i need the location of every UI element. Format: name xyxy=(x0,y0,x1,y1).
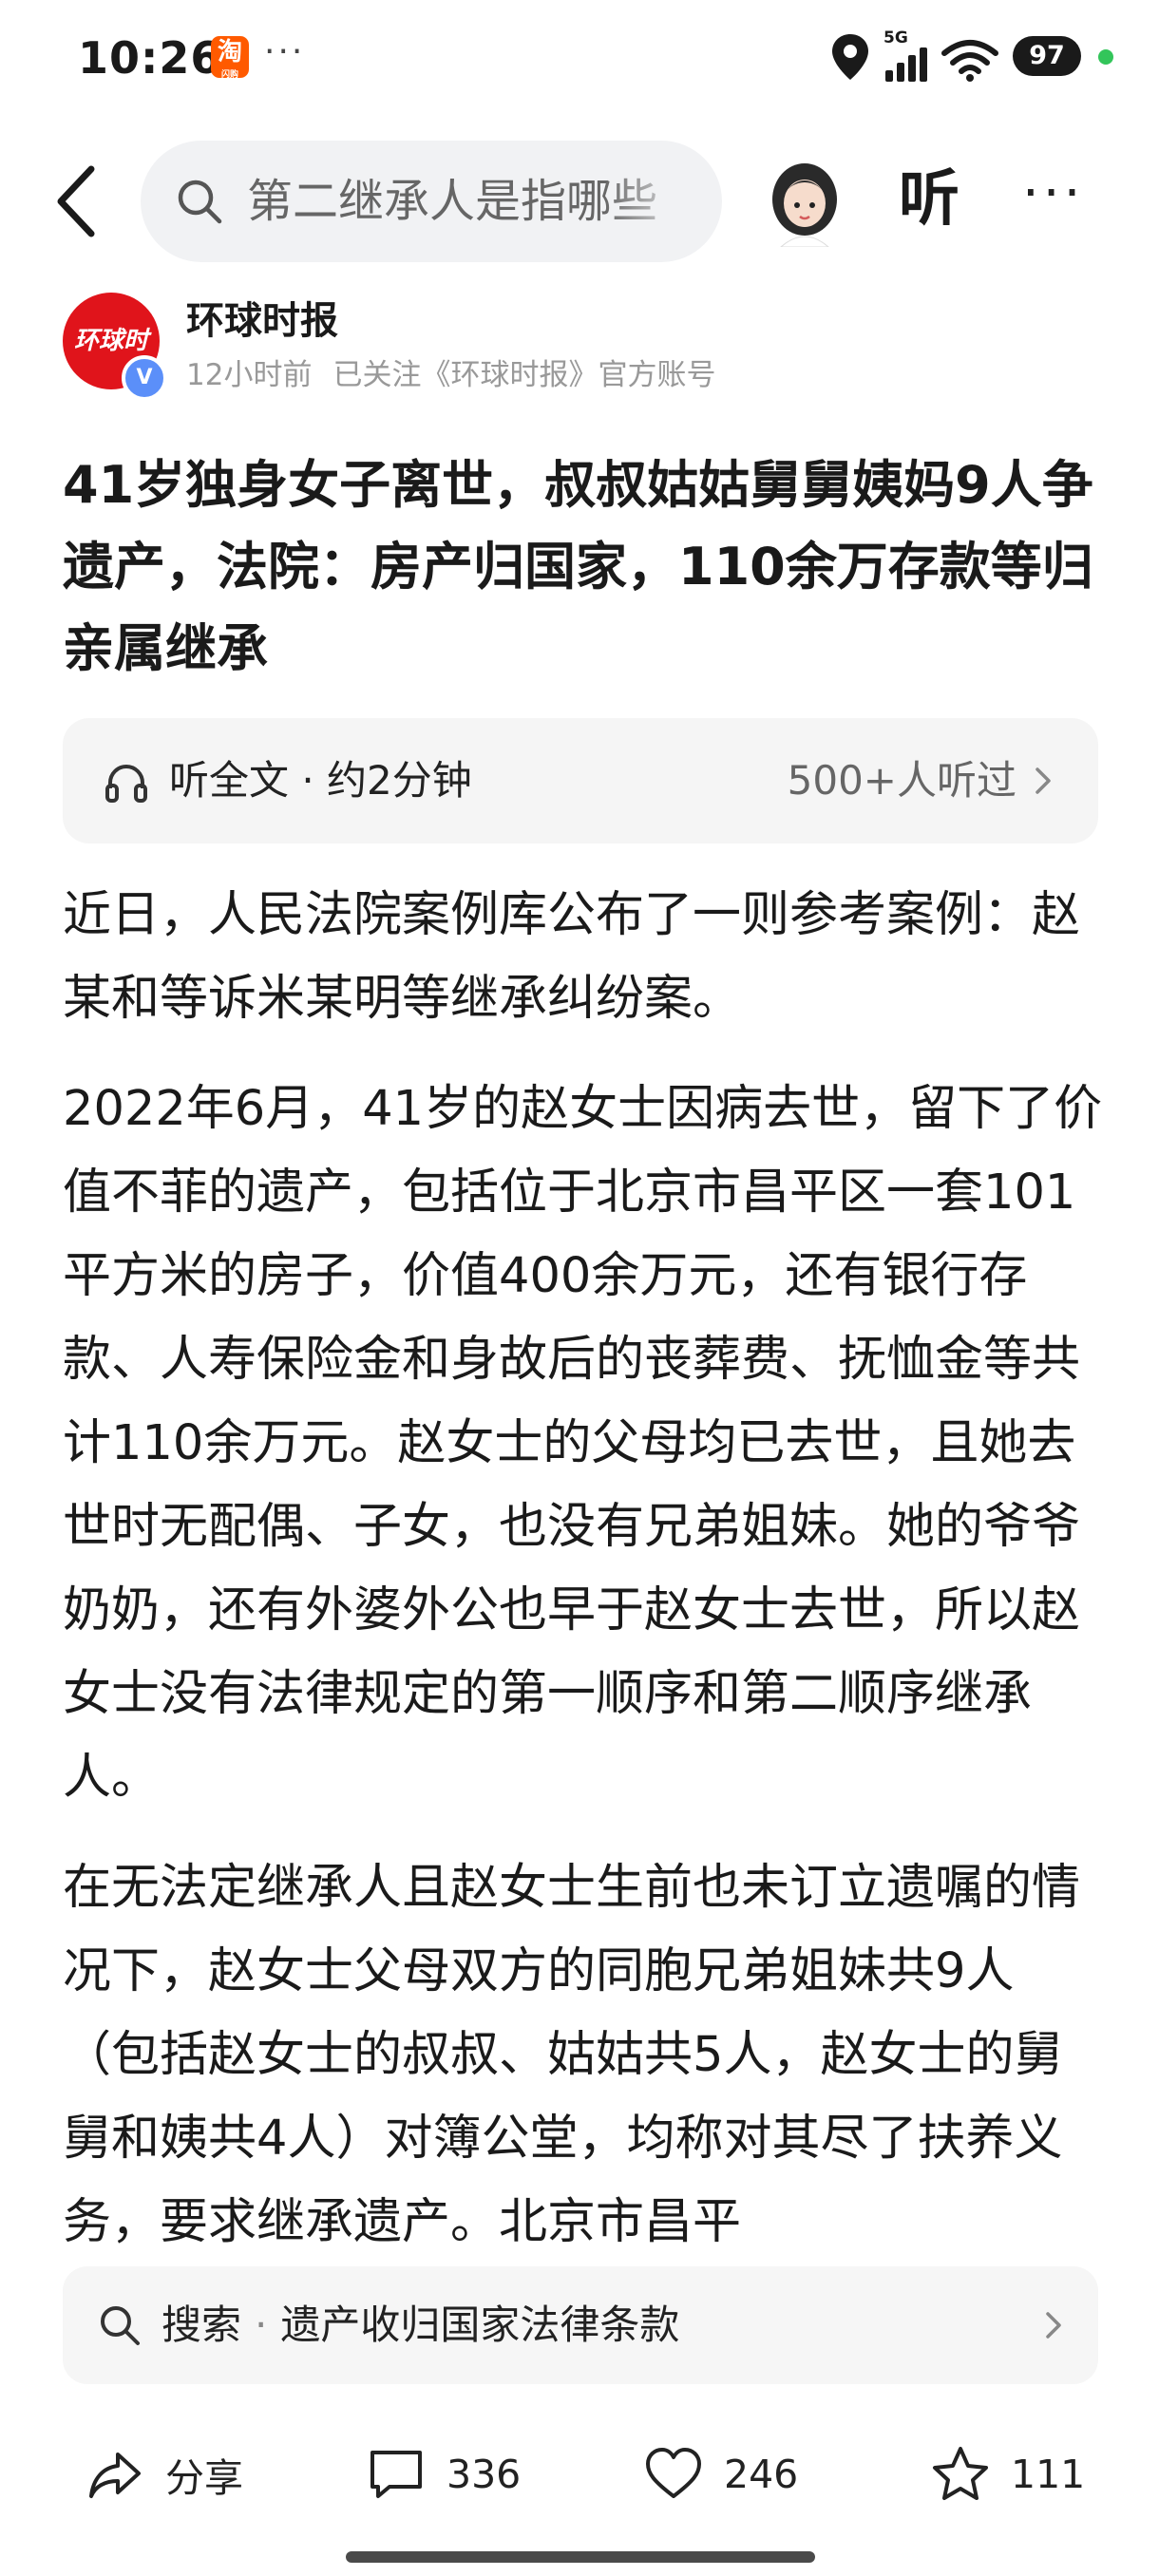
heart-icon xyxy=(646,2448,701,2498)
home-indicator[interactable] xyxy=(346,2551,815,2563)
search-query-text[interactable]: 第二继承人是指哪些 xyxy=(247,173,694,230)
article-title: 41岁独身女子离世，叔叔姑姑舅舅姨妈9人争遗产，法院：房产归国家，110余万存款… xyxy=(63,455,1093,678)
paragraph: 近日，人民法院案例库公布了一则参考案例：赵某和等诉米某明等继承纠纷案。 xyxy=(63,887,1081,1027)
star-icon xyxy=(933,2447,988,2500)
taobao-app-icon: 淘闪购 xyxy=(211,36,249,80)
comment-count: 336 xyxy=(446,2452,522,2497)
bottom-action-bar: 分享 336 246 111 xyxy=(0,2422,1159,2527)
search-icon xyxy=(101,2306,140,2345)
listener-count: 500+人听过 xyxy=(787,757,1016,804)
paragraph: 2022年6月，41岁的赵女士因病去世，留下了价值不菲的遗产，包括位于北京市昌平… xyxy=(63,1081,1103,1806)
paragraph: 在无法定继承人且赵女士生前也未订立遗嘱的情况下，赵女士父母双方的同胞兄弟姐妹共9… xyxy=(63,1860,1081,2250)
follow-note: 已关注《环球时报》官方账号 xyxy=(332,358,716,392)
network-type-label: 5G xyxy=(884,28,908,47)
listen-button[interactable]: 听 xyxy=(899,160,960,239)
listen-label: 听全文 · 约2分钟 xyxy=(169,757,472,804)
suggestion-text: 搜索 · 遗产收归国家法律条款 xyxy=(162,2301,680,2348)
share-label: 分享 xyxy=(165,2455,243,2501)
favorite-count: 111 xyxy=(1011,2452,1086,2497)
comment-button[interactable]: 336 xyxy=(367,2422,521,2527)
favorite-button[interactable]: 111 xyxy=(931,2422,1085,2527)
headphones-icon xyxy=(105,765,147,803)
avatar[interactable] xyxy=(768,158,842,247)
like-count: 246 xyxy=(724,2452,799,2497)
signal-icon xyxy=(885,47,927,82)
more-options-icon[interactable]: ··· xyxy=(1022,156,1084,232)
publish-time: 12小时前 xyxy=(186,358,313,392)
back-icon[interactable] xyxy=(49,163,103,239)
publisher-meta: 12小时前 已关注《环球时报》官方账号 xyxy=(186,355,715,395)
chevron-right-icon xyxy=(1046,2312,1061,2339)
share-icon xyxy=(89,2453,141,2498)
battery-indicator: 97 xyxy=(1013,36,1081,76)
wifi-icon xyxy=(941,40,998,82)
related-search-suggestion[interactable]: 搜索 · 遗产收归国家法律条款 xyxy=(63,2266,1098,2384)
more-notifications-icon: ··· xyxy=(264,32,306,71)
location-icon xyxy=(832,34,868,80)
listen-full-article-card[interactable]: 听全文 · 约2分钟 500+人听过 xyxy=(63,718,1098,843)
search-icon xyxy=(178,180,222,224)
comment-icon xyxy=(370,2451,422,2498)
verified-badge-icon: V xyxy=(122,355,167,401)
clock: 10:26 xyxy=(78,32,222,84)
article-body: 近日，人民法院案例库公布了一则参考案例：赵某和等诉米某明等继承纠纷案。 2022… xyxy=(63,874,1108,2251)
chevron-right-icon xyxy=(1036,767,1051,794)
search-bar[interactable]: 第二继承人是指哪些 xyxy=(141,141,722,262)
like-button[interactable]: 246 xyxy=(644,2422,798,2527)
active-dot-icon xyxy=(1098,49,1113,65)
status-bar: 10:26 淘闪购 ··· 5G 97 xyxy=(0,0,1159,114)
publisher-name[interactable]: 环球时报 xyxy=(186,296,338,346)
share-button[interactable]: 分享 xyxy=(86,2422,243,2527)
